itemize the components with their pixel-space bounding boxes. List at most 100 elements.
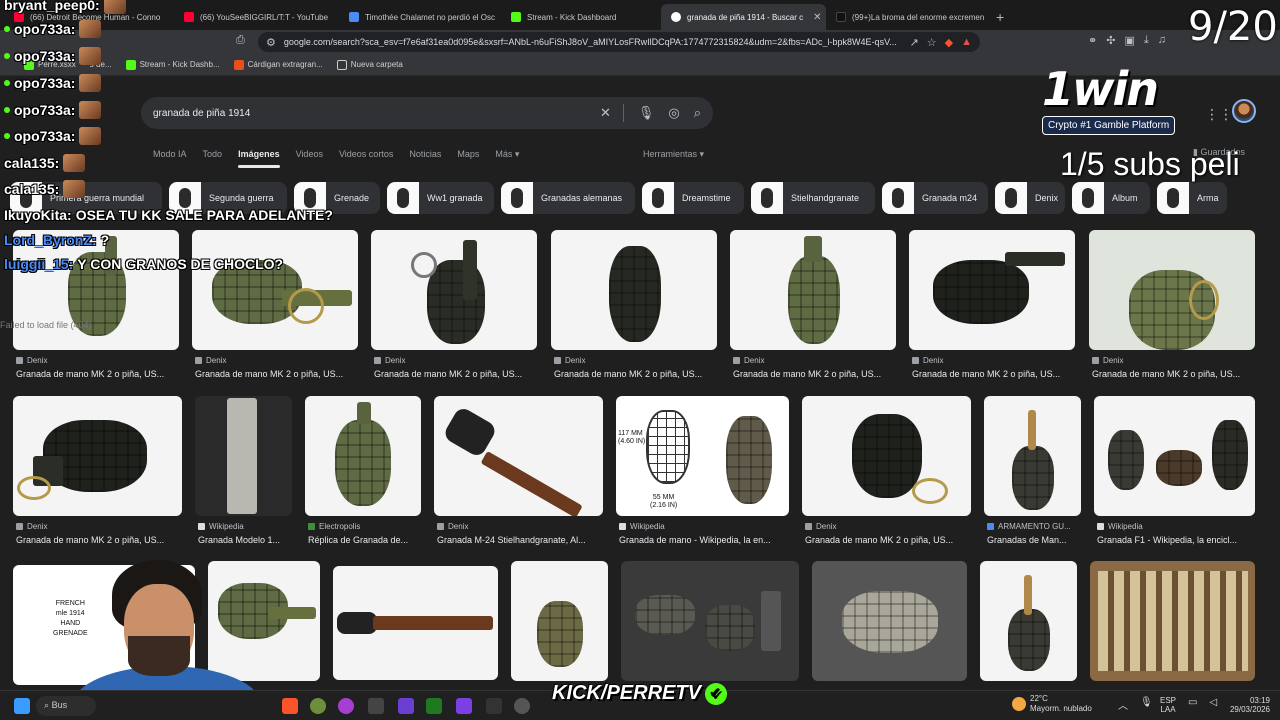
extension-icon[interactable]: ⚭ (1088, 34, 1097, 47)
image-result[interactable] (333, 566, 498, 680)
image-result[interactable] (511, 561, 608, 685)
weather-widget[interactable]: 22°C Mayorm. nublado (1012, 694, 1092, 714)
terminal-icon[interactable] (486, 698, 502, 714)
tab-videos-cortos[interactable]: Videos cortos (339, 149, 393, 160)
search-icon: ⌕ (44, 700, 50, 710)
result-source: Wikipedia (198, 522, 244, 531)
image-result[interactable]: Wikipedia Granada Modelo 1... (195, 396, 292, 550)
result-image (909, 230, 1075, 350)
result-image (511, 561, 608, 681)
network-icon[interactable]: ▭ (1188, 697, 1197, 708)
tab-tiktok[interactable]: (99+)La broma del enorme excremen (826, 4, 986, 30)
chip[interactable]: Ww1 granada (387, 182, 494, 214)
chat-message: cala135: (4, 154, 86, 172)
result-image (333, 566, 498, 680)
emote (63, 154, 86, 172)
chip[interactable]: Album (1072, 182, 1150, 214)
tab-mas[interactable]: Más ▾ (495, 149, 519, 160)
tab-chalamet[interactable]: Timothée Chalamet no perdió el Osc (339, 4, 501, 30)
clock[interactable]: 03:19 29/03/2026 (1222, 696, 1270, 714)
image-result[interactable]: Denix Granada de mano MK 2 o piña, US... (802, 396, 971, 550)
image-result[interactable]: ARMAMENTO GU... Granadas de Man... (984, 396, 1081, 550)
chip[interactable]: Arma (1157, 182, 1227, 214)
image-result[interactable]: Denix Granada de mano MK 2 o piña, US... (551, 230, 717, 384)
clear-icon[interactable]: ✕ (600, 105, 611, 121)
site-favicon (195, 357, 202, 364)
rewards-icon[interactable]: ▲ (961, 36, 972, 48)
lens-icon[interactable]: ◎ (668, 105, 679, 121)
download-icon[interactable]: ⤓ (1144, 34, 1149, 47)
share-icon[interactable]: ↗ (910, 36, 919, 49)
avatar[interactable] (1232, 99, 1256, 123)
language-indicator[interactable]: ESP LAA (1160, 696, 1176, 714)
windows-start-icon[interactable] (14, 698, 30, 714)
chat-message: opo733a: (4, 127, 102, 145)
close-icon[interactable]: ✕ (813, 12, 821, 23)
result-title: Granada de mano MK 2 o piña, US... (733, 369, 882, 379)
screenshot-icon[interactable]: ▣ (1124, 34, 1134, 47)
result-source: Denix (1092, 356, 1123, 365)
system-tray: ︿ 🎙︎ (1118, 697, 1153, 712)
music-icon[interactable]: ♫ (1158, 34, 1166, 47)
image-result[interactable]: Wikipedia Granada F1 - Wikipedia, la enc… (1094, 396, 1255, 550)
image-result[interactable] (621, 561, 799, 685)
result-image (1089, 230, 1255, 350)
tab-maps[interactable]: Maps (457, 149, 479, 160)
image-result[interactable]: Denix Granada de mano MK 2 o piña, US... (1089, 230, 1255, 384)
image-result[interactable] (980, 561, 1077, 685)
chip[interactable]: Dreamstime (642, 182, 744, 214)
new-tab-button[interactable]: + (986, 4, 1014, 30)
chip[interactable]: Granada m24 (882, 182, 988, 214)
chip[interactable]: Stielhandgranate (751, 182, 875, 214)
app-icon[interactable] (398, 698, 414, 714)
steam-icon[interactable] (514, 698, 530, 714)
image-result[interactable] (1090, 561, 1255, 685)
chip[interactable]: Denix (995, 182, 1065, 214)
brave-shield-icon[interactable]: ◆ (945, 36, 953, 49)
apps-grid-icon[interactable]: ⋮⋮ (1205, 106, 1233, 123)
image-result[interactable]: Denix Granada de mano MK 2 o piña, US... (909, 230, 1075, 384)
result-title: Granada de mano - Wikipedia, la en... (619, 535, 771, 545)
image-result[interactable]: Denix Granada de mano MK 2 o piña, US... (371, 230, 537, 384)
volume-icon[interactable]: ◁ (1209, 697, 1217, 708)
search-icon[interactable]: ⌕ (694, 105, 701, 121)
site-favicon (374, 357, 381, 364)
chevron-down-icon: ▾ (514, 149, 520, 159)
chip[interactable]: Granadas alemanas (501, 182, 635, 214)
system-tray-icons: ▭ ◁ (1188, 697, 1217, 708)
image-result[interactable]: 117 MM (4.60 IN) 55 MM (2.16 IN) Wikipedia… (616, 396, 789, 550)
result-image (1090, 561, 1255, 681)
obs-icon[interactable] (368, 698, 384, 714)
microphone-icon[interactable]: 🎙︎ (638, 105, 655, 121)
image-result[interactable]: Electropolis Réplica de Granada de... (305, 396, 421, 550)
app-icon[interactable] (338, 698, 354, 714)
result-source: Wikipedia (619, 522, 665, 531)
image-result[interactable] (812, 561, 967, 685)
media-icon[interactable] (426, 698, 442, 714)
chat-message: bryant_peep0: (4, 0, 126, 14)
star-icon[interactable]: ☆ (927, 36, 937, 49)
tools-button[interactable]: Herramientas ▾ (643, 149, 704, 160)
image-result[interactable]: Denix Granada de mano MK 2 o piña, US... (13, 396, 182, 550)
sponsor-tagline: Crypto #1 Gamble Platform (1042, 116, 1176, 135)
result-title: Granada de mano MK 2 o piña, US... (1092, 369, 1241, 379)
chevron-up-icon[interactable]: ︿ (1118, 697, 1128, 712)
address-bar[interactable]: ⚙ google.com/search?sca_esv=f7e6af31ea0d… (258, 32, 980, 52)
brave-icon[interactable] (282, 698, 298, 714)
badge-icon (4, 80, 10, 86)
image-result[interactable]: Denix Granada de mano MK 2 o piña, US... (730, 230, 896, 384)
taskbar-search[interactable]: ⌕ Bus (36, 696, 96, 716)
app-icon[interactable] (456, 698, 472, 714)
wikipedia-icon (1097, 523, 1104, 530)
chip-thumbnail (995, 182, 1027, 214)
result-image (802, 396, 971, 516)
image-result[interactable]: Denix Granada M-24 Stielhandgranate, Al.… (434, 396, 603, 550)
tab-noticias[interactable]: Noticias (409, 149, 441, 160)
microphone-icon[interactable]: 🎙︎ (1140, 697, 1153, 712)
bookmark-folder[interactable]: Nueva carpeta (336, 59, 403, 70)
app-icon[interactable] (310, 698, 326, 714)
puzzle-icon[interactable]: ✣ (1106, 34, 1115, 47)
result-title: Granada de mano MK 2 o piña, US... (554, 369, 703, 379)
tab-google-search[interactable]: granada de piña 1914 - Buscar c ✕ (661, 4, 826, 30)
tab-kick-dashboard[interactable]: Stream - Kick Dashboard (501, 4, 661, 30)
